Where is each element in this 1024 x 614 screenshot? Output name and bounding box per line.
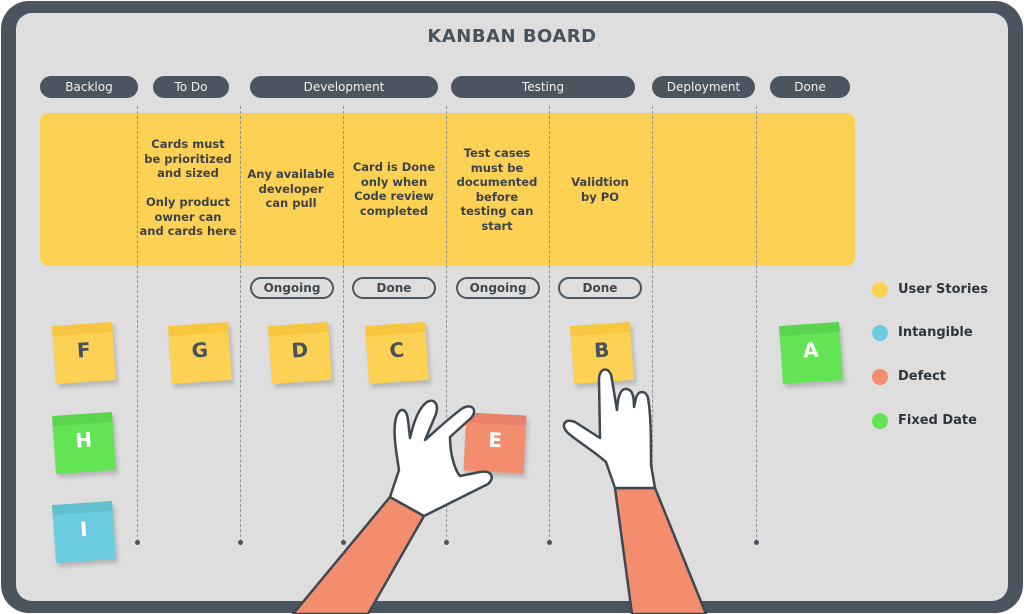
legend-dot-icon bbox=[872, 413, 888, 429]
right-glove-icon bbox=[562, 368, 657, 490]
hands-illustration bbox=[291, 368, 708, 614]
legend-dot-icon bbox=[872, 369, 888, 385]
legend-label: Defect bbox=[898, 369, 947, 384]
left-sleeve bbox=[291, 495, 426, 614]
legend-label: Intangible bbox=[898, 325, 973, 340]
legend-label: Fixed Date bbox=[898, 413, 977, 428]
right-sleeve bbox=[613, 486, 708, 614]
legend-label: User Stories bbox=[898, 282, 988, 297]
legend-dot-icon bbox=[872, 325, 888, 341]
left-glove-icon bbox=[388, 399, 493, 518]
legend-dot-icon bbox=[872, 282, 888, 298]
